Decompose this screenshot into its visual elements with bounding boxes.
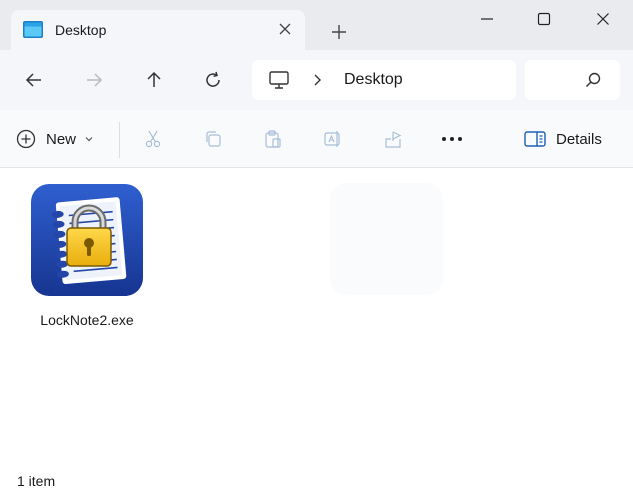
cut-icon [145,130,161,148]
file-item[interactable]: LockNote2.exe [24,179,150,328]
status-bar: 1 item [0,465,633,496]
search-icon [585,72,601,88]
navigation-bar: Desktop [0,50,633,110]
rename-button[interactable] [321,127,345,151]
close-window-button[interactable] [583,6,623,32]
close-icon[interactable] [277,21,293,37]
item-count: 1 item [17,473,56,489]
back-button[interactable] [20,66,48,94]
title-bar: Desktop [0,0,633,50]
up-button[interactable] [140,66,168,94]
maximize-button[interactable] [524,6,564,32]
arrow-right-icon [87,73,103,87]
forward-button[interactable] [80,66,108,94]
details-button[interactable]: Details [524,123,602,155]
refresh-button[interactable] [199,66,227,94]
tab-desktop[interactable]: Desktop [11,10,305,50]
copy-icon [206,131,221,147]
plus-icon[interactable] [329,22,349,42]
chevron-down-icon [85,137,93,142]
refresh-icon [206,71,220,87]
paste-icon [265,130,281,148]
new-button[interactable]: New [16,123,108,155]
share-button[interactable] [381,127,405,151]
this-pc-icon [269,71,289,89]
plus-circle-icon [16,129,36,149]
arrow-left-icon [25,73,41,87]
new-button-label: New [46,130,77,148]
search-box[interactable] [525,60,620,100]
file-list[interactable]: LockNote2.exe [0,169,633,465]
share-icon [385,131,402,148]
details-button-label: Details [556,130,602,148]
cut-button[interactable] [141,127,165,151]
details-pane-icon [524,131,546,147]
address-bar[interactable]: Desktop [252,60,516,100]
address-segment-desktop[interactable]: Desktop [344,71,403,89]
close-icon [597,13,609,25]
locknote-app-icon [31,184,143,296]
command-bar: New Details [0,110,633,168]
minimize-button[interactable] [467,6,507,32]
tab-title: Desktop [55,22,107,38]
copy-button[interactable] [201,127,225,151]
desktop-folder-icon [23,21,43,38]
drag-ghost-image [330,183,443,295]
more-options-button[interactable] [440,127,464,151]
more-icon [442,137,462,141]
paste-button[interactable] [261,127,285,151]
arrow-up-icon [147,71,161,87]
rename-icon [324,131,340,147]
maximize-icon [537,12,551,26]
file-name: LockNote2.exe [40,312,134,328]
command-separator [119,122,120,158]
chevron-right-icon[interactable] [310,73,324,87]
minimize-icon [481,18,493,20]
